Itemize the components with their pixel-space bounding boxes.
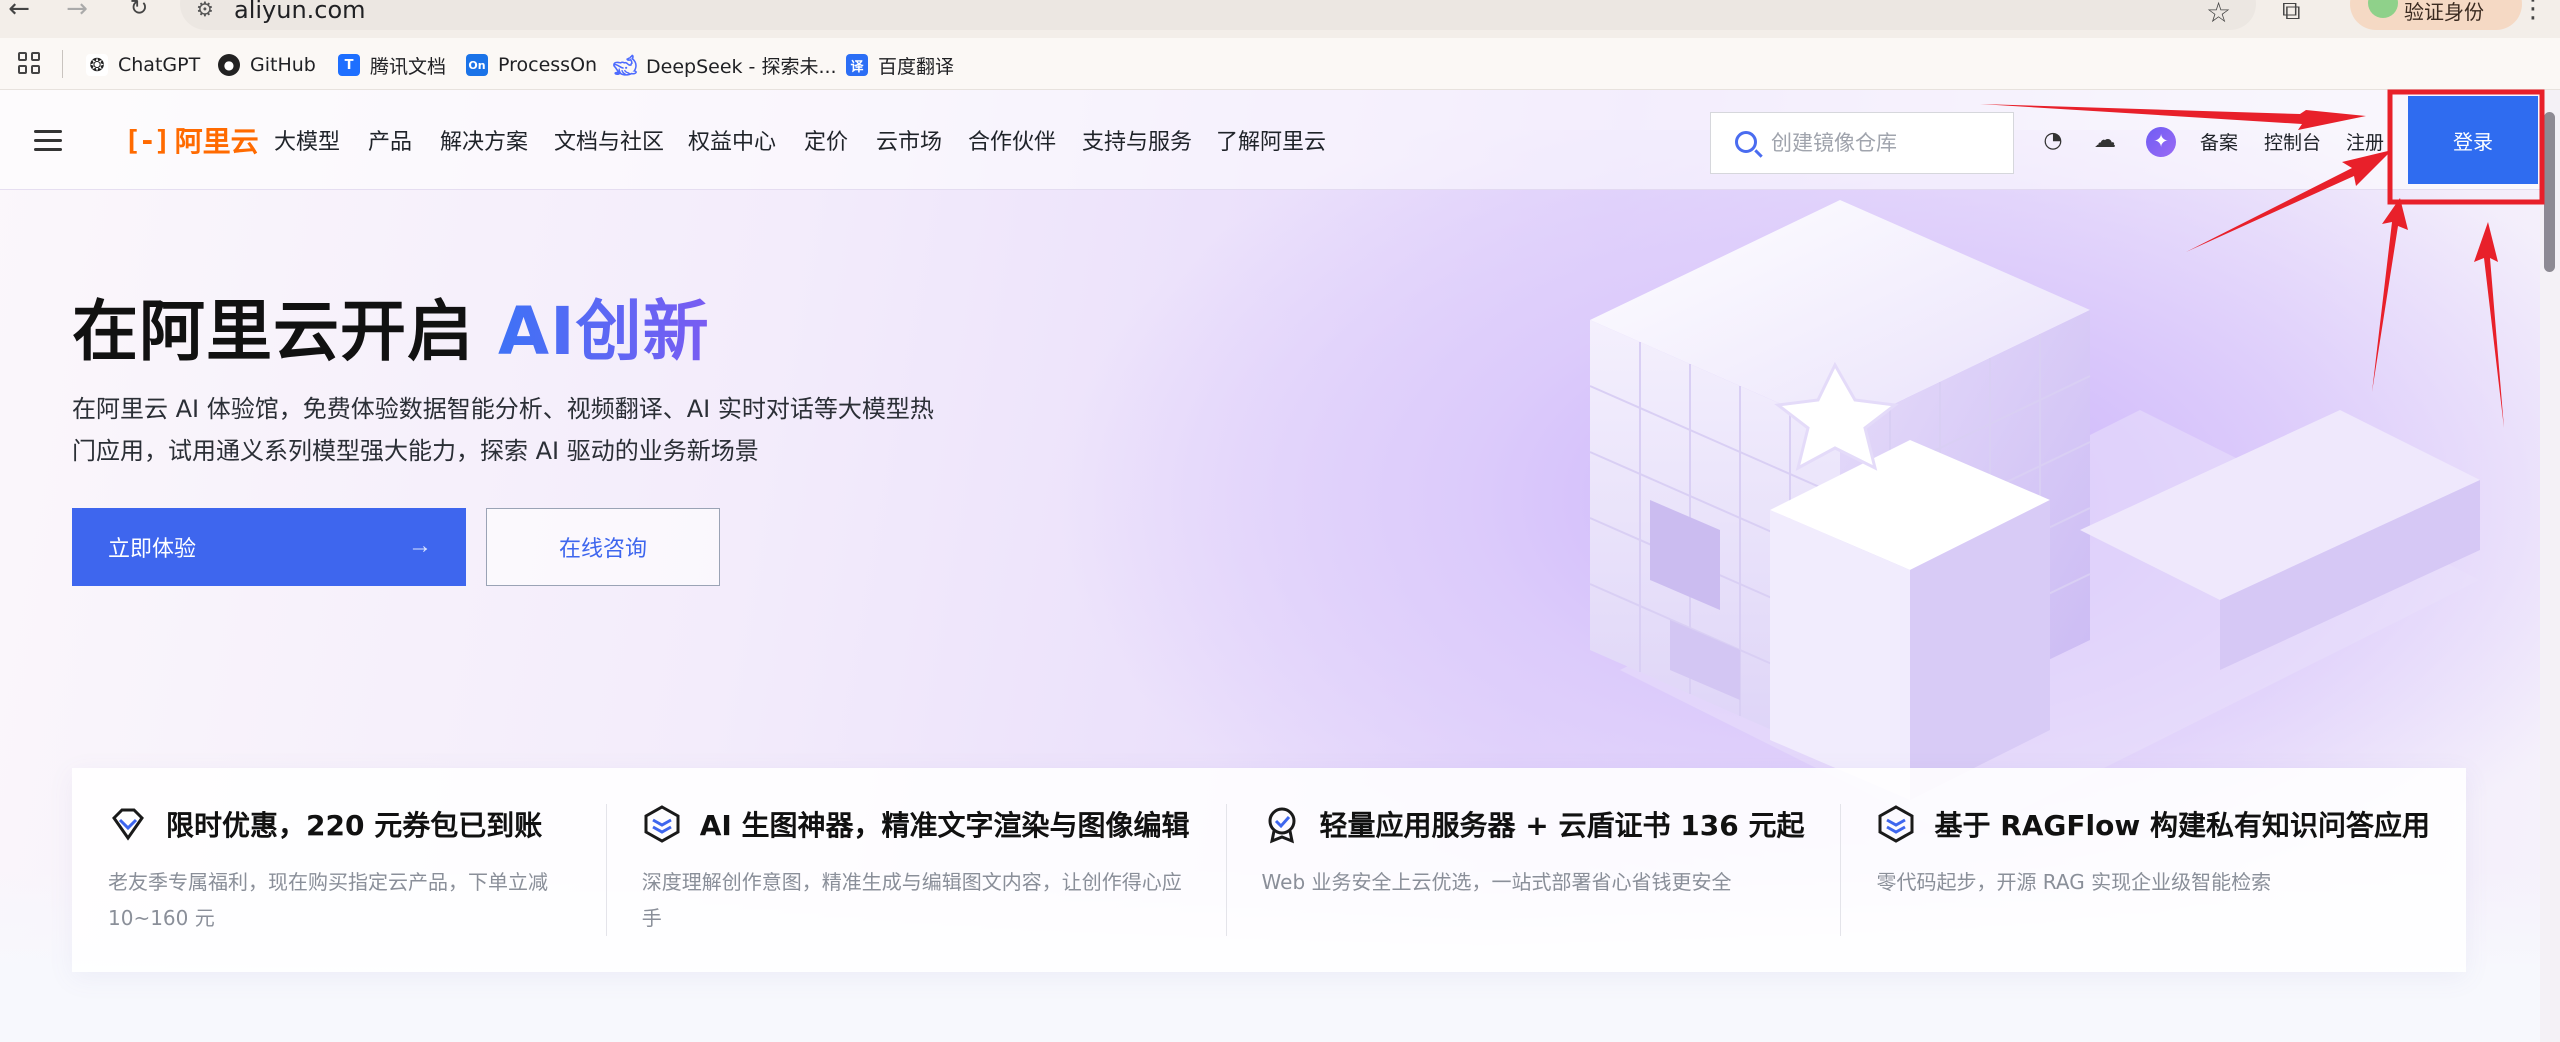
- bookmark-processon[interactable]: On ProcessOn: [466, 52, 597, 78]
- card-title: 限时优惠，220 元券包已到账: [166, 809, 543, 842]
- online-consult-button[interactable]: 在线咨询: [486, 508, 720, 586]
- card-description: Web 业务安全上云优选，一站式部署省心省钱更安全: [1261, 870, 1732, 894]
- nav-item-benefits[interactable]: 权益中心: [688, 124, 776, 156]
- apps-grid-icon[interactable]: [18, 52, 40, 74]
- hero-title: 在阿里云开启 AI创新: [72, 278, 710, 374]
- nav-item-partners[interactable]: 合作伙伴: [968, 124, 1056, 156]
- promo-card-server[interactable]: 轻量应用服务器 + 云盾证书 136 元起 Web 业务安全上云优选，一站式部署…: [1225, 768, 1841, 972]
- bookmark-label: 腾讯文档: [370, 55, 447, 78]
- card-title: AI 生图神器，精准文字渲染与图像编辑: [699, 809, 1190, 842]
- deepseek-icon: 🐋︎: [612, 53, 638, 77]
- promo-card-ragflow[interactable]: 基于 RAGFlow 构建私有知识问答应用 零代码起步，开源 RAG 实现企业级…: [1840, 768, 2466, 972]
- hero-cube-illustration: [1589, 200, 2480, 840]
- bookmark-chatgpt[interactable]: ❂ ChatGPT: [86, 52, 200, 78]
- try-now-label: 立即体验: [108, 536, 197, 561]
- extensions-icon[interactable]: ⧉: [2282, 0, 2301, 27]
- site-info-icon[interactable]: ⚙: [196, 0, 214, 19]
- bookmark-star-icon[interactable]: ☆: [2206, 0, 2231, 29]
- url-text[interactable]: aliyun.com: [234, 0, 366, 24]
- chatgpt-icon: ❂: [86, 54, 108, 76]
- browser-menu-icon[interactable]: ⋮: [2520, 0, 2546, 24]
- card-title: 基于 RAGFlow 构建私有知识问答应用: [1934, 809, 2430, 842]
- back-icon[interactable]: ←: [4, 0, 34, 22]
- search-box[interactable]: [1710, 112, 2014, 174]
- profile-label[interactable]: 验证身份: [2404, 0, 2484, 25]
- scrollbar-thumb[interactable]: [2544, 112, 2555, 272]
- nav-item-products[interactable]: 产品: [368, 124, 412, 156]
- reload-icon[interactable]: ↻: [124, 0, 154, 20]
- baidu-translate-icon: 译: [846, 54, 868, 76]
- aliyun-logo[interactable]: [-] 阿里云: [124, 120, 259, 160]
- promo-cards: 限时优惠，220 元券包已到账 老友季专属福利，现在购买指定云产品，下单立减 1…: [72, 768, 2466, 972]
- ai-assistant-icon[interactable]: ✦: [2146, 127, 2176, 157]
- card-title: 轻量应用服务器 + 云盾证书 136 元起: [1319, 809, 1805, 842]
- nav-item-about[interactable]: 了解阿里云: [1216, 124, 1326, 156]
- cube-stack-icon: [644, 805, 680, 843]
- login-button[interactable]: 登录: [2408, 96, 2538, 184]
- aliyun-logo-icon: [-]: [124, 123, 171, 157]
- processon-icon: On: [466, 54, 488, 76]
- try-now-button[interactable]: 立即体验 →: [72, 508, 466, 586]
- register-link[interactable]: 注册: [2346, 128, 2384, 155]
- logo-text: 阿里云: [174, 125, 259, 158]
- bookmark-deepseek[interactable]: 🐋︎ DeepSeek - 探索未...: [612, 52, 837, 78]
- nav-item-marketplace[interactable]: 云市场: [876, 124, 942, 156]
- cloud-download-icon[interactable]: ☁: [2092, 128, 2118, 154]
- promo-card-coupon[interactable]: 限时优惠，220 元券包已到账 老友季专属福利，现在购买指定云产品，下单立减 1…: [72, 768, 606, 972]
- console-link[interactable]: 控制台: [2264, 128, 2321, 155]
- hero-description: 在阿里云 AI 体验馆，免费体验数据智能分析、视频翻译、AI 实时对话等大模型热…: [72, 395, 934, 465]
- bookmark-github[interactable]: ● GitHub: [218, 52, 316, 78]
- card-description: 老友季专属福利，现在购买指定云产品，下单立减 10~160 元: [108, 870, 548, 930]
- hamburger-menu-icon[interactable]: [34, 130, 62, 151]
- forward-icon[interactable]: →: [62, 0, 92, 22]
- promo-card-image-gen[interactable]: AI 生图神器，精准文字渲染与图像编辑 深度理解创作意图，精准生成与编辑图文内容…: [605, 768, 1226, 972]
- nav-item-pricing[interactable]: 定价: [804, 124, 848, 156]
- search-input[interactable]: [1771, 125, 2001, 161]
- hero-title-prefix: 在阿里云开启: [72, 293, 498, 370]
- filing-link[interactable]: 备案: [2200, 128, 2238, 155]
- address-bar[interactable]: [180, 0, 2256, 30]
- bookmark-label: GitHub: [250, 54, 316, 76]
- layers-cube-icon: [1878, 805, 1914, 843]
- tencent-docs-icon: T: [338, 54, 360, 76]
- nav-item-support[interactable]: 支持与服务: [1082, 124, 1192, 156]
- bookmark-label: ProcessOn: [498, 54, 598, 76]
- github-icon: ●: [218, 54, 240, 76]
- bookmark-label: 百度翻译: [878, 55, 955, 78]
- card-description: 深度理解创作意图，精准生成与编辑图文内容，让创作得心应手: [641, 870, 1182, 930]
- aliyun-homepage: [-] 阿里云 大模型 产品 解决方案 文档与社区 权益中心 定价 云市场 合作…: [0, 90, 2560, 1042]
- dashboard-gauge-icon[interactable]: ◔: [2040, 128, 2066, 154]
- diamond-icon: [112, 808, 144, 841]
- arrow-right-icon: →: [408, 532, 432, 559]
- bookmarks-divider: [62, 50, 63, 78]
- nav-item-docs-community[interactable]: 文档与社区: [554, 124, 664, 156]
- bookmark-tencent-docs[interactable]: T 腾讯文档: [338, 52, 446, 78]
- bookmark-label: ChatGPT: [118, 54, 201, 76]
- bookmark-label: DeepSeek - 探索未...: [646, 55, 837, 78]
- card-description: 零代码起步，开源 RAG 实现企业级智能检索: [1876, 870, 2272, 894]
- bookmark-baidu-translate[interactable]: 译 百度翻译: [846, 52, 954, 78]
- hero-title-accent: AI创新: [497, 293, 710, 370]
- award-badge-icon: [1268, 807, 1296, 844]
- nav-item-solutions[interactable]: 解决方案: [440, 124, 528, 156]
- search-icon[interactable]: [1735, 131, 1757, 153]
- nav-item-models[interactable]: 大模型: [274, 124, 340, 156]
